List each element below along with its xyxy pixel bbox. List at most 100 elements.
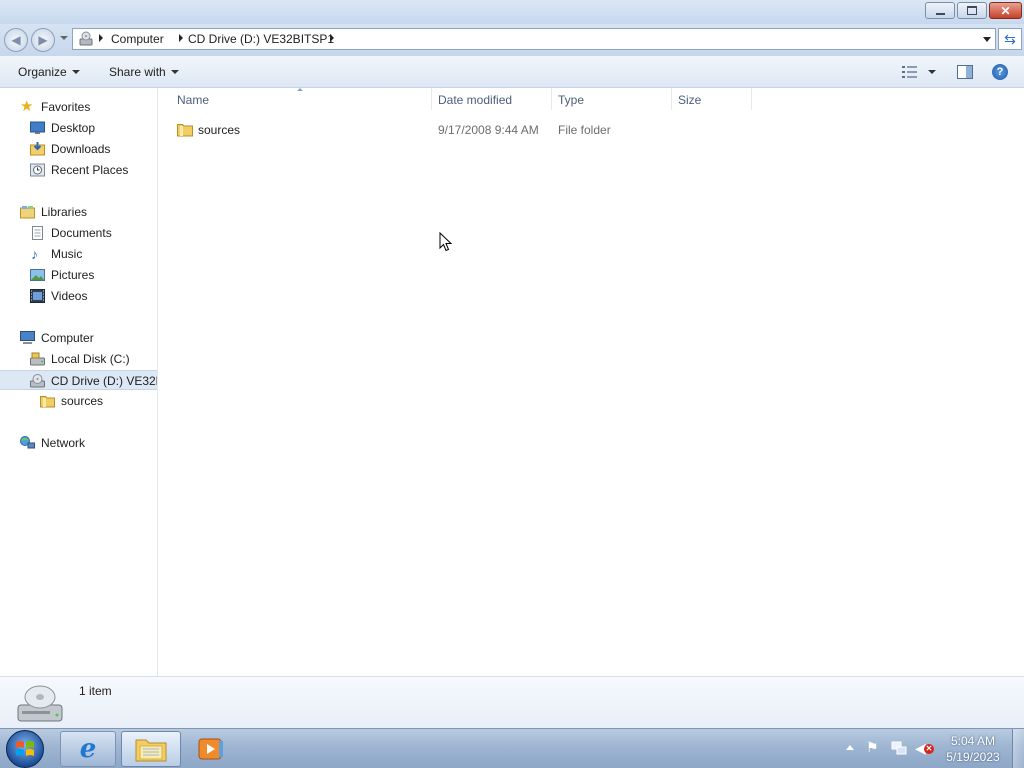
recent-places-icon xyxy=(30,163,45,177)
nav-music[interactable]: ♪ Music xyxy=(0,244,157,264)
close-button[interactable]: ✕ xyxy=(989,2,1022,19)
close-icon: ✕ xyxy=(1000,3,1011,18)
back-button[interactable]: ◀ xyxy=(4,28,28,52)
share-with-button[interactable]: Share with xyxy=(109,65,179,79)
nav-label: Music xyxy=(51,247,83,261)
show-desktop-button[interactable] xyxy=(1012,729,1024,768)
nav-downloads[interactable]: Downloads xyxy=(0,139,157,159)
item-count: 1 item xyxy=(79,684,112,698)
help-icon[interactable]: ? xyxy=(992,64,1008,80)
navigation-pane: ★ Favorites Desktop Downloads Recent Pla… xyxy=(0,88,158,676)
breadcrumb-separator[interactable] xyxy=(179,34,183,42)
taskbar-clock[interactable]: 5:04 AM 5/19/2023 xyxy=(940,734,1006,764)
start-button[interactable] xyxy=(6,730,44,768)
nav-label: sources xyxy=(61,394,104,408)
column-header-date-modified[interactable]: Date modified xyxy=(438,93,512,107)
file-type: File folder xyxy=(558,123,611,137)
ie-icon: e xyxy=(79,734,97,764)
nav-label: Recent Places xyxy=(51,163,129,177)
breadcrumb-cd-drive[interactable]: CD Drive (D:) VE32BITSP1 xyxy=(188,32,334,46)
table-row[interactable]: sources 9/17/2008 9:44 AM File folder xyxy=(159,118,759,140)
restore-icon xyxy=(967,6,977,15)
nav-sources[interactable]: sources xyxy=(0,391,157,411)
details-pane: 1 item xyxy=(0,676,1024,728)
folder-icon xyxy=(177,124,193,137)
nav-label: Local Disk (C:) xyxy=(51,352,130,366)
hard-drive-icon xyxy=(30,352,45,366)
taskbar-windows-explorer[interactable] xyxy=(121,731,181,767)
preview-pane-icon[interactable] xyxy=(957,65,973,79)
nav-label: Videos xyxy=(51,289,88,303)
file-list: Name Date modified Type Size sources 9/1… xyxy=(159,88,1024,676)
cd-drive-icon xyxy=(30,374,45,388)
libraries-icon xyxy=(20,206,35,219)
nav-label: Libraries xyxy=(41,205,88,219)
nav-label: CD Drive (D:) VE32BITSP1 xyxy=(51,374,157,388)
chevron-down-icon xyxy=(71,70,80,74)
nav-libraries[interactable]: Libraries xyxy=(0,202,157,222)
column-divider[interactable] xyxy=(671,88,672,110)
nav-documents[interactable]: Documents xyxy=(0,223,157,243)
show-hidden-icons-button[interactable] xyxy=(846,745,854,750)
volume-muted-icon[interactable]: ◀ ✕ xyxy=(915,740,935,756)
cd-drive-icon xyxy=(17,685,63,722)
taskbar: e ⚑ ◀ ✕ 5:04 AM 5/19/2023 xyxy=(0,728,1024,768)
breadcrumb-separator[interactable] xyxy=(330,34,334,42)
minimize-button[interactable] xyxy=(925,2,955,19)
nav-label: Downloads xyxy=(51,142,111,156)
breadcrumb-separator[interactable] xyxy=(99,34,103,42)
column-divider[interactable] xyxy=(751,88,752,110)
column-header-size[interactable]: Size xyxy=(678,93,701,107)
views-dropdown[interactable] xyxy=(928,70,936,74)
star-icon: ★ xyxy=(20,98,34,115)
nav-label: Desktop xyxy=(51,121,96,135)
taskbar-media-player[interactable] xyxy=(190,731,232,767)
nav-network[interactable]: Network xyxy=(0,433,157,453)
flag-icon[interactable]: ⚑ xyxy=(866,739,879,756)
nav-label: Documents xyxy=(51,226,112,240)
address-dropdown[interactable] xyxy=(983,37,991,42)
file-date-modified: 9/17/2008 9:44 AM xyxy=(438,123,539,137)
share-with-label: Share with xyxy=(109,65,166,79)
forward-button[interactable]: ▶ xyxy=(31,28,55,52)
pictures-icon xyxy=(30,269,45,281)
column-divider[interactable] xyxy=(551,88,552,110)
title-bar: ✕ xyxy=(0,0,1024,24)
sort-ascending-icon xyxy=(297,88,303,91)
restore-button[interactable] xyxy=(957,2,987,19)
nav-videos[interactable]: Videos xyxy=(0,286,157,306)
documents-icon xyxy=(32,226,43,240)
nav-label: Computer xyxy=(41,331,94,345)
column-divider[interactable] xyxy=(431,88,432,110)
recent-pages-dropdown[interactable] xyxy=(60,36,68,40)
file-name: sources xyxy=(198,123,241,137)
address-bar[interactable]: Computer CD Drive (D:) VE32BITSP1 xyxy=(72,28,996,50)
downloads-icon xyxy=(30,142,45,156)
computer-icon xyxy=(20,331,35,344)
network-status-icon[interactable] xyxy=(891,741,907,756)
nav-cd-drive[interactable]: CD Drive (D:) VE32BITSP1 xyxy=(0,370,157,390)
nav-desktop[interactable]: Desktop xyxy=(0,118,157,138)
views-icon[interactable] xyxy=(902,66,918,78)
desktop-icon xyxy=(30,121,45,134)
refresh-button[interactable]: ⇆ xyxy=(998,28,1022,50)
folder-icon xyxy=(40,396,55,408)
clock-time: 5:04 AM xyxy=(950,734,996,748)
column-header-type[interactable]: Type xyxy=(558,93,584,107)
nav-computer[interactable]: Computer xyxy=(0,328,157,348)
nav-label: Pictures xyxy=(51,268,95,282)
taskbar-internet-explorer[interactable]: e xyxy=(60,731,116,767)
organize-label: Organize xyxy=(18,65,67,79)
music-icon: ♪ xyxy=(31,246,38,262)
column-header-name[interactable]: Name xyxy=(177,93,209,107)
nav-recent-places[interactable]: Recent Places xyxy=(0,160,157,180)
network-icon xyxy=(20,436,35,449)
nav-pictures[interactable]: Pictures xyxy=(0,265,157,285)
nav-favorites[interactable]: ★ Favorites xyxy=(0,97,157,117)
forward-icon: ▶ xyxy=(38,33,48,47)
breadcrumb-computer[interactable]: Computer xyxy=(111,32,164,46)
refresh-icon: ⇆ xyxy=(1004,31,1016,47)
organize-button[interactable]: Organize xyxy=(18,65,80,79)
nav-local-disk[interactable]: Local Disk (C:) xyxy=(0,349,157,369)
chevron-down-icon xyxy=(170,70,179,74)
